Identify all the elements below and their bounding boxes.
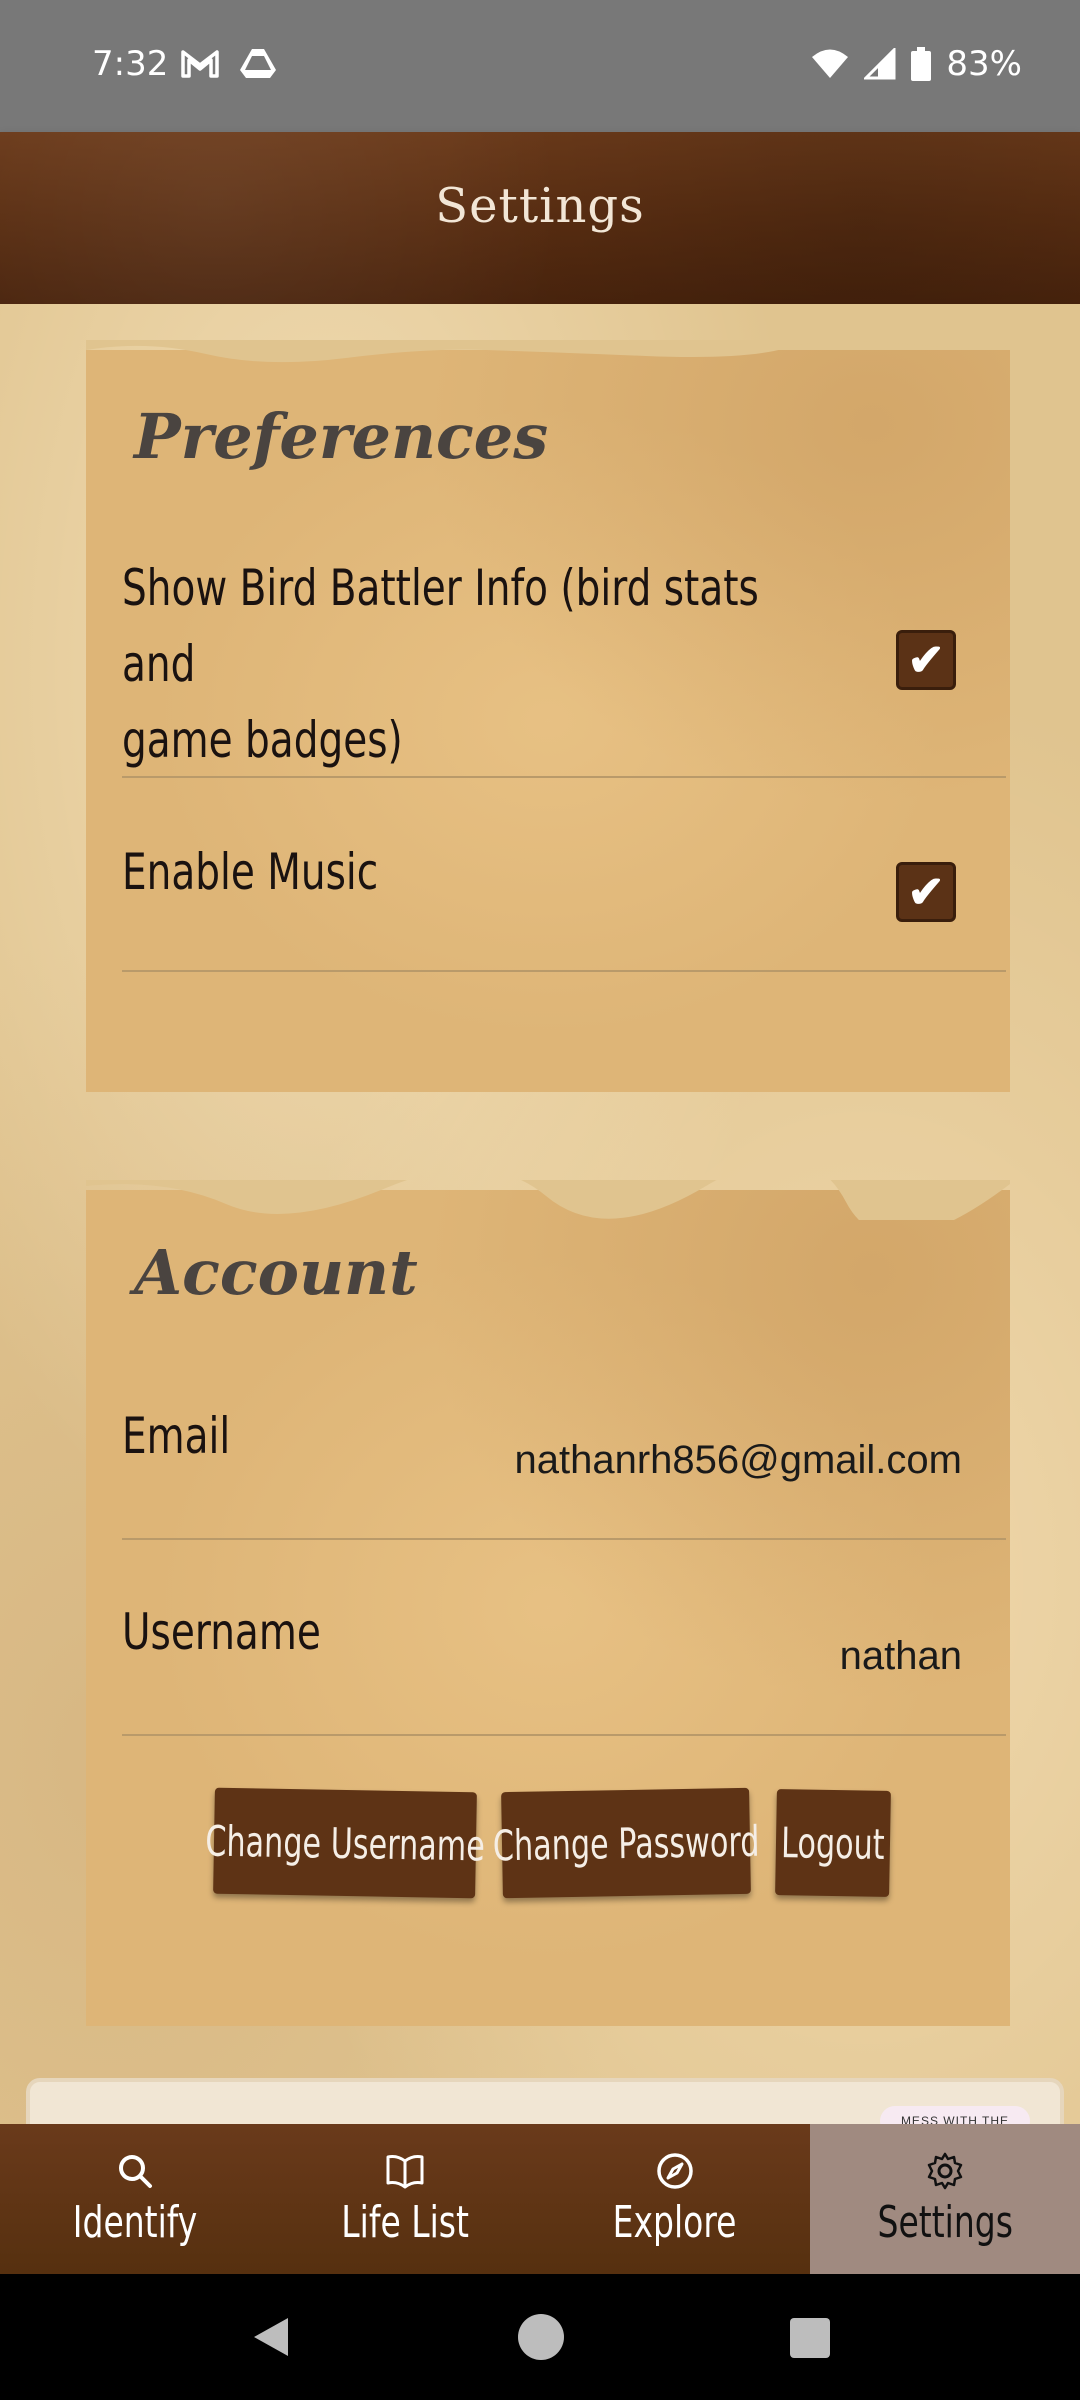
torn-edge (86, 1180, 1010, 1220)
account-title: Account (134, 1236, 418, 1309)
nav-explore-label: Explore (613, 2196, 737, 2248)
username-label: Username (122, 1603, 321, 1661)
change-username-button[interactable]: Change Username (205, 1787, 485, 1899)
wifi-icon (812, 49, 849, 78)
bottom-navigation: Identify Life List Explore Settings (0, 2124, 1080, 2274)
divider (122, 1538, 1006, 1540)
system-navigation-bar (0, 2274, 1080, 2400)
book-icon (386, 2154, 424, 2188)
nav-life-list-label: Life List (341, 2196, 469, 2248)
nav-life-list[interactable]: Life List (270, 2124, 540, 2274)
divider (122, 970, 1006, 972)
change-username-label: Change Username (204, 1816, 486, 1870)
preferences-title: Preferences (134, 400, 549, 473)
status-time: 7:32 (92, 44, 169, 84)
drive-icon (240, 49, 276, 78)
search-icon (119, 2154, 152, 2188)
change-password-button[interactable]: Change Password (492, 1787, 760, 1899)
signal-icon (864, 48, 896, 80)
bird-battler-info-checkbox[interactable]: ✔ (896, 630, 956, 690)
battery-percentage: 83% (946, 44, 1022, 84)
gear-icon (927, 2152, 963, 2189)
email-label: Email (122, 1407, 231, 1465)
checkmark-icon: ✔ (907, 635, 945, 685)
torn-edge (86, 340, 1010, 363)
app-header: Settings (0, 132, 1080, 304)
status-system-icons: 83% (810, 44, 1022, 84)
username-value: nathan (839, 1634, 962, 1678)
divider (122, 1734, 1006, 1736)
page-title: Settings (435, 178, 645, 234)
account-card: Account Email nathanrh856@gmail.com User… (86, 1180, 1010, 2026)
logout-label: Logout (780, 1817, 886, 1869)
nav-settings[interactable]: Settings (810, 2124, 1080, 2274)
status-notification-icons (180, 46, 278, 80)
home-icon[interactable] (518, 2314, 564, 2360)
back-icon[interactable] (248, 2314, 292, 2360)
gmail-icon (181, 50, 219, 78)
enable-music-checkbox[interactable]: ✔ (896, 862, 956, 922)
bird-battler-info-label: Show Bird Battler Info (bird stats and g… (122, 550, 815, 778)
compass-icon (657, 2152, 693, 2189)
battery-icon (911, 47, 932, 81)
divider (122, 776, 1006, 778)
change-password-label: Change Password (492, 1816, 760, 1870)
logout-button[interactable]: Logout (775, 1789, 891, 1897)
email-value: nathanrh856@gmail.com (514, 1438, 962, 1482)
nav-identify-label: Identify (72, 2196, 198, 2248)
enable-music-label: Enable Music (122, 843, 379, 901)
nav-settings-label: Settings (877, 2196, 1013, 2248)
bird-battler-label-line2: game badges) (122, 711, 403, 769)
checkmark-icon: ✔ (907, 867, 945, 917)
preferences-card: Preferences Show Bird Battler Info (bird… (86, 340, 1010, 1092)
nav-identify[interactable]: Identify (0, 2124, 270, 2274)
bird-battler-label-line1: Show Bird Battler Info (bird stats and (122, 559, 759, 693)
nav-explore[interactable]: Explore (540, 2124, 810, 2274)
recents-icon[interactable] (790, 2318, 830, 2358)
status-bar: 7:32 83% (0, 0, 1080, 132)
